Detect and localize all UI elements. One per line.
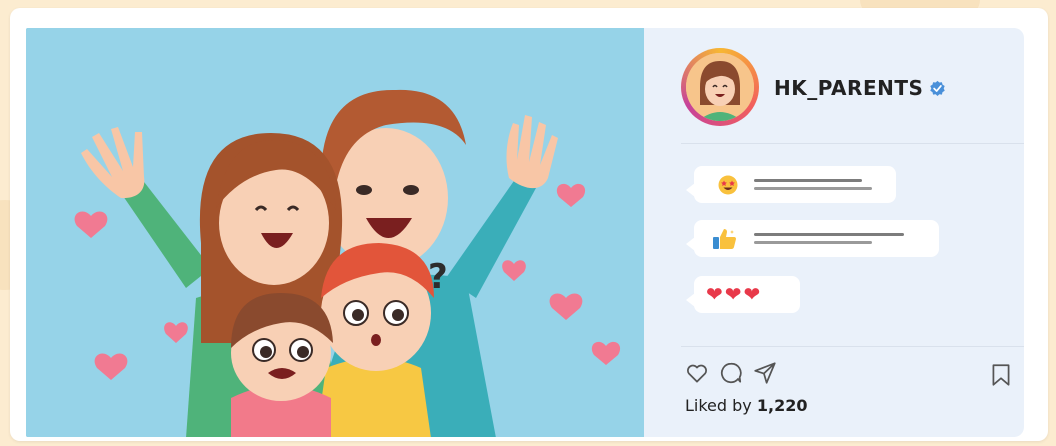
verified-badge-icon [930,80,946,96]
heart-icon[interactable] [684,360,710,386]
comment-text-line [754,179,862,182]
comment-bubble: ❤❤❤ [686,276,800,313]
avatar [686,53,754,121]
bubble-tail [686,183,695,197]
comment-bubble [686,166,896,203]
comment-icon[interactable] [718,360,744,386]
bubble-tail [686,237,695,251]
likes-count[interactable]: Liked by 1,220 [685,396,807,415]
share-icon[interactable] [752,360,778,386]
username-row: HK_PARENTS [774,76,946,100]
post-card: ? HK_PARENTS ❤❤❤ Liked by 1,220 [10,8,1048,441]
family-illustration: ? [26,28,644,437]
divider [681,346,1024,347]
svg-text:?: ? [428,257,448,297]
comment-bubble [686,220,939,257]
post-image[interactable]: ? [26,28,644,437]
likes-number: 1,220 [756,396,808,415]
bubble-tail [686,293,695,307]
hearts-reaction: ❤❤❤ [706,282,763,306]
username[interactable]: HK_PARENTS [774,76,923,100]
star-eyes-emoji-icon [718,175,738,195]
bookmark-icon[interactable] [988,362,1014,388]
divider [681,143,1024,144]
avatar-ring[interactable] [681,48,759,126]
comment-text-line [754,187,872,190]
post-side-panel: HK_PARENTS ❤❤❤ Liked by 1,220 [644,28,1024,437]
likes-prefix: Liked by [685,396,757,415]
comment-text-line [754,233,904,236]
thumbs-up-icon [713,229,736,249]
comment-text-line [754,241,872,244]
